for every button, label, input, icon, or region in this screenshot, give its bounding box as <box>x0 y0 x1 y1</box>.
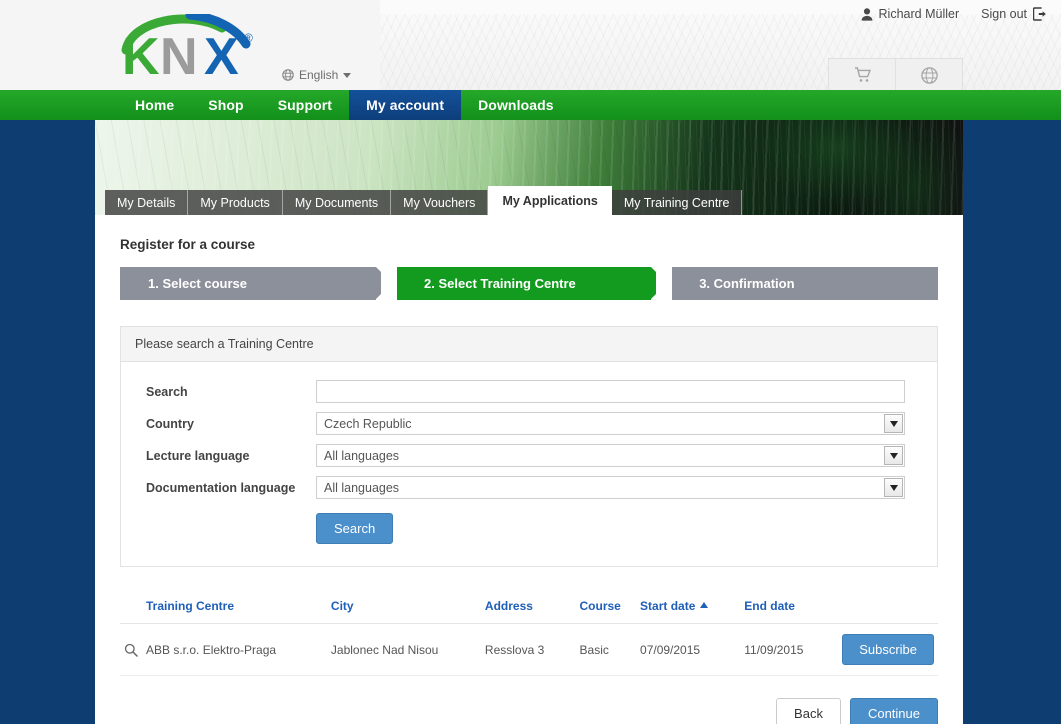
column-course[interactable]: Course <box>575 593 637 624</box>
nav-item-my-account[interactable]: My account <box>349 90 462 120</box>
column-start-date-label: Start date <box>640 599 696 613</box>
nav-item-downloads[interactable]: Downloads <box>461 90 571 120</box>
nav-item-shop[interactable]: Shop <box>191 90 260 120</box>
form-row-search: Search <box>121 380 937 403</box>
search-input[interactable] <box>316 380 905 403</box>
step-2-select-training-centre[interactable]: 2. Select Training Centre <box>381 267 668 300</box>
sign-out-label: Sign out <box>981 7 1027 21</box>
svg-text:K: K <box>122 28 160 76</box>
cell-end-date: 11/09/2015 <box>740 623 839 676</box>
search-panel-heading: Please search a Training Centre <box>121 327 937 362</box>
column-training-centre[interactable]: Training Centre <box>120 593 327 624</box>
globe-button[interactable] <box>896 58 963 90</box>
country-select[interactable]: Czech Republic <box>316 412 905 435</box>
page-banner: My Details My Products My Documents My V… <box>95 120 963 215</box>
sort-ascending-icon <box>700 602 709 608</box>
search-label: Search <box>146 384 188 399</box>
page-title: Register for a course <box>120 237 256 252</box>
step-3-label: 3. Confirmation <box>699 276 795 291</box>
chevron-down-icon <box>343 72 352 78</box>
tab-my-documents[interactable]: My Documents <box>282 190 392 215</box>
country-value: Czech Republic <box>324 416 412 431</box>
tab-my-products[interactable]: My Products <box>188 190 283 215</box>
tab-my-applications[interactable]: My Applications <box>488 186 612 215</box>
search-panel-body: Search Country Czech Republic Lecture la… <box>121 362 937 566</box>
subscribe-button[interactable]: Subscribe <box>842 634 934 665</box>
footer-actions: Back Continue <box>95 676 963 724</box>
lecture-language-value: All languages <box>324 448 400 463</box>
step-2-label: 2. Select Training Centre <box>424 276 576 291</box>
sign-out-button[interactable]: Sign out <box>981 7 1047 21</box>
account-tabs: My Details My Products My Documents My V… <box>95 186 743 215</box>
tab-my-details[interactable]: My Details <box>105 190 189 215</box>
column-city[interactable]: City <box>326 593 481 624</box>
tab-my-vouchers[interactable]: My Vouchers <box>391 190 489 215</box>
user-bar: Richard Müller Sign out <box>861 7 1047 21</box>
tab-my-training-centre[interactable]: My Training Centre <box>611 190 743 215</box>
sign-out-icon <box>1033 7 1047 21</box>
content-panel: My Details My Products My Documents My V… <box>95 120 963 724</box>
knx-logo[interactable]: K N X ® <box>118 10 290 86</box>
cart-button[interactable] <box>828 58 896 90</box>
logo-trademark: ® <box>244 31 253 45</box>
results-table: Training Centre City Address Course Star… <box>120 593 938 676</box>
form-row-documentation-language: Documentation language All languages <box>121 476 937 499</box>
step-3-confirmation[interactable]: 3. Confirmation <box>656 267 938 300</box>
table-header-row: Training Centre City Address Course Star… <box>120 593 938 624</box>
search-button[interactable]: Search <box>316 513 394 544</box>
training-centre-name: ABB s.r.o. Elektro-Praga <box>146 642 277 657</box>
step-1-select-course[interactable]: 1. Select course <box>120 267 393 300</box>
main-navigation: Home Shop Support My account Downloads <box>0 90 1061 120</box>
documentation-language-value: All languages <box>324 480 400 495</box>
globe-icon <box>920 66 938 84</box>
language-label: English <box>299 68 339 82</box>
lecture-language-label: Lecture language <box>146 448 250 463</box>
svg-text:X: X <box>204 28 239 76</box>
globe-icon <box>282 69 294 81</box>
form-row-country: Country Czech Republic <box>121 412 937 435</box>
search-panel: Please search a Training Centre Search C… <box>120 326 938 567</box>
documentation-language-label: Documentation language <box>146 480 296 495</box>
column-actions <box>838 593 938 624</box>
cell-address: Resslova 3 <box>480 623 576 676</box>
registration-steps: 1. Select course 2. Select Training Cent… <box>120 267 938 300</box>
cart-icon <box>854 67 871 83</box>
user-name: Richard Müller <box>878 7 960 21</box>
header-icon-buttons <box>828 58 963 90</box>
svg-text:N: N <box>160 28 198 76</box>
chevron-down-icon[interactable] <box>884 446 903 465</box>
table-row: ABB s.r.o. Elektro-Praga Jablonec Nad Ni… <box>120 623 938 676</box>
column-end-date[interactable]: End date <box>740 593 839 624</box>
nav-item-support[interactable]: Support <box>261 90 349 120</box>
site-header: Richard Müller Sign out K N X ® English <box>0 0 1061 90</box>
chevron-down-icon[interactable] <box>884 478 903 497</box>
language-selector[interactable]: English <box>282 68 352 82</box>
country-label: Country <box>146 416 194 431</box>
lecture-language-select[interactable]: All languages <box>316 444 905 467</box>
user-icon <box>861 7 873 21</box>
cell-city: Jablonec Nad Nisou <box>326 623 481 676</box>
cell-start-date: 07/09/2015 <box>636 623 741 676</box>
nav-item-home[interactable]: Home <box>118 90 191 120</box>
documentation-language-select[interactable]: All languages <box>316 476 905 499</box>
magnifier-icon[interactable] <box>124 643 138 657</box>
chevron-down-icon[interactable] <box>884 414 903 433</box>
column-address[interactable]: Address <box>480 593 576 624</box>
column-start-date[interactable]: Start date <box>636 593 741 624</box>
page-inner: Register for a course 1. Select course 2… <box>95 215 963 676</box>
cell-course: Basic <box>575 623 637 676</box>
cell-actions: Subscribe <box>838 623 938 676</box>
search-button-row: Search <box>121 513 937 544</box>
step-1-label: 1. Select course <box>148 276 247 291</box>
cell-training-centre: ABB s.r.o. Elektro-Praga <box>120 623 327 676</box>
continue-button[interactable]: Continue <box>849 698 938 724</box>
user-account-link[interactable]: Richard Müller <box>861 7 960 21</box>
page-background: My Details My Products My Documents My V… <box>0 120 1061 724</box>
form-row-lecture-language: Lecture language All languages <box>121 444 937 467</box>
back-button[interactable]: Back <box>776 698 841 724</box>
